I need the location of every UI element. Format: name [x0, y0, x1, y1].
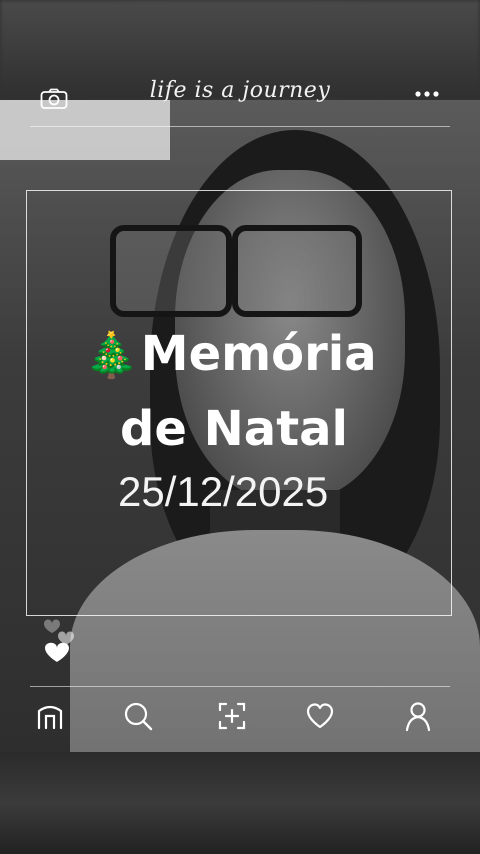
add-post-icon: [218, 702, 246, 730]
heart-icon: [306, 703, 334, 729]
christmas-tree-icon: 🎄: [84, 330, 139, 381]
profile-icon: [405, 702, 431, 732]
search-icon: [124, 702, 153, 731]
post-date: 25/12/2025: [118, 468, 329, 515]
nav-divider: [30, 686, 450, 687]
bottom-blurred-background: [0, 752, 480, 854]
title-line-1: 🎄Memória: [84, 322, 377, 388]
more-options-icon[interactable]: [414, 90, 440, 98]
nav-home[interactable]: [30, 696, 70, 736]
nav-profile[interactable]: [398, 696, 438, 736]
caption-text: life is a journey: [149, 78, 331, 103]
title-word-memoria: Memória: [140, 326, 377, 382]
header-divider: [30, 126, 450, 127]
bottom-navigation: [0, 696, 480, 736]
nav-likes[interactable]: [300, 696, 340, 736]
photo-light-area: [0, 100, 170, 160]
story-screen: life is a journey 🎄Memória de Natal 25/1…: [0, 0, 480, 854]
home-icon: [37, 705, 63, 730]
nav-add[interactable]: [212, 696, 252, 736]
nav-search[interactable]: [118, 696, 158, 736]
title-line-2: de Natal: [120, 401, 348, 457]
hearts-icon[interactable]: [40, 610, 80, 670]
